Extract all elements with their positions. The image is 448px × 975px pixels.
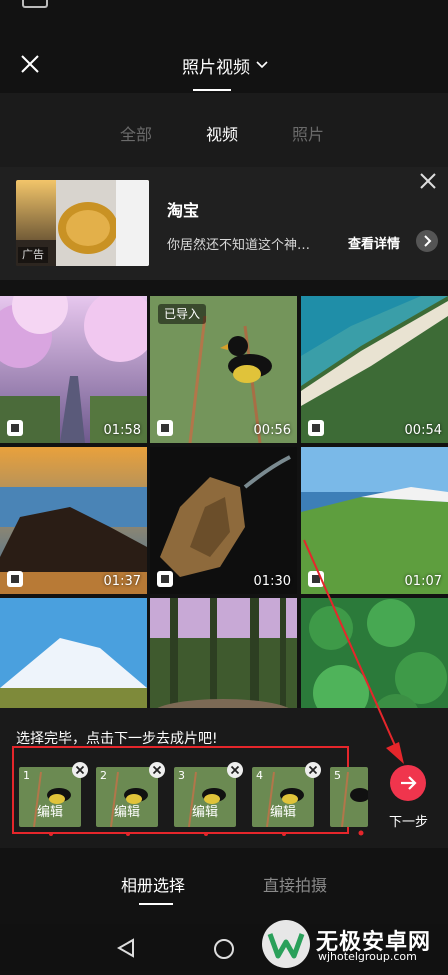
clip-index: 1 [23,769,30,782]
clip-indicator-dot [204,832,208,836]
next-step-button[interactable] [390,765,426,801]
ad-banner[interactable]: 广告 淘宝 你居然还不知道这个神… 查看详情 [0,167,448,280]
tab-album-select[interactable]: 相册选择 [121,872,185,896]
selected-clip[interactable]: 5 [330,767,368,827]
clip-index: 4 [256,769,263,782]
home-circle-icon [214,939,234,959]
tab-video[interactable]: 视频 [206,121,238,145]
video-thumbnail[interactable] [0,598,147,708]
active-tab-indicator [139,903,173,905]
filter-tabs: 全部 视频 照片 [0,93,448,167]
close-icon [21,55,39,73]
nav-back-button[interactable] [116,938,136,962]
imported-badge: 已导入 [158,304,207,324]
status-icon [22,0,48,8]
video-thumbnail[interactable]: 01:07 [301,447,448,594]
page-title: 照片视频 [182,57,250,78]
close-icon [420,173,436,189]
clip-index: 2 [100,769,107,782]
video-thumbnail[interactable]: 01:58 [0,296,147,443]
chevron-right-icon [424,235,432,247]
video-thumbnail[interactable] [150,598,297,708]
video-thumbnail[interactable]: 已导入 00:56 [150,296,297,443]
clip-indicator-dot [49,832,53,836]
back-triangle-icon [116,938,134,958]
video-type-icon [156,570,174,588]
remove-clip-button[interactable] [304,761,322,779]
arrow-right-icon [401,776,417,790]
clip-index: 5 [334,769,341,782]
clip-indicator-dot [126,832,130,836]
ad-title: 淘宝 [167,201,200,220]
title-underline [193,89,231,91]
video-thumbnail[interactable] [301,598,448,708]
close-button[interactable] [14,48,46,80]
video-duration: 00:56 [253,423,291,438]
remove-clip-button[interactable] [148,761,166,779]
watermark-logo [262,920,310,968]
tab-all[interactable]: 全部 [120,121,152,145]
status-bar [0,0,448,22]
video-duration: 01:30 [253,574,291,589]
video-duration: 01:07 [404,574,442,589]
selected-clip[interactable]: 1 编辑 [19,762,88,836]
media-grid: 01:58 已导入 00:56 00:54 01:37 01:30 01:07 [0,296,448,708]
ad-close-button[interactable] [418,171,438,191]
tab-direct-shoot[interactable]: 直接拍摄 [263,872,327,896]
video-thumbnail[interactable]: 00:54 [301,296,448,443]
watermark-url: wjhotelgroup.com [318,950,417,963]
next-step-label[interactable]: 下一步 [389,811,428,830]
video-type-icon [6,419,24,437]
selected-clip[interactable]: 3 编辑 [174,762,243,836]
video-type-icon [307,419,325,437]
clip-edit-label[interactable]: 编辑 [96,801,158,820]
close-circle-icon [227,762,243,778]
nav-home-button[interactable] [213,938,235,964]
video-type-icon [307,570,325,588]
selection-hint: 选择完毕，点击下一步去成片吧! [16,731,218,747]
remove-clip-button[interactable] [226,761,244,779]
remove-clip-button[interactable] [71,761,89,779]
clip-indicator-dot [282,832,286,836]
close-circle-icon [149,762,165,778]
chevron-down-icon [256,61,268,69]
tab-photo[interactable]: 照片 [292,121,324,145]
ad-description: 你居然还不知道这个神… [167,238,311,253]
top-bar: 照片视频 [0,22,448,92]
clip-edit-label[interactable]: 编辑 [252,801,314,820]
video-thumbnail[interactable]: 01:37 [0,447,147,594]
close-circle-icon [72,762,88,778]
video-duration: 00:54 [404,423,442,438]
close-circle-icon [305,762,321,778]
selected-clip[interactable]: 4 编辑 [252,762,321,836]
ad-arrow-button[interactable] [416,230,438,252]
video-duration: 01:58 [103,423,141,438]
ad-badge: 广告 [18,247,48,263]
video-type-icon [6,570,24,588]
video-duration: 01:37 [103,574,141,589]
media-type-dropdown[interactable]: 照片视频 [150,50,300,80]
clip-edit-label[interactable]: 编辑 [174,801,236,820]
selected-clip[interactable]: 2 编辑 [96,762,165,836]
video-thumbnail[interactable]: 01:30 [150,447,297,594]
clip-edit-label[interactable]: 编辑 [19,801,81,820]
video-type-icon [156,419,174,437]
bottom-tabs: 相册选择 直接拍摄 [0,848,448,924]
ad-details-link[interactable]: 查看详情 [348,233,400,252]
clip-index: 3 [178,769,185,782]
